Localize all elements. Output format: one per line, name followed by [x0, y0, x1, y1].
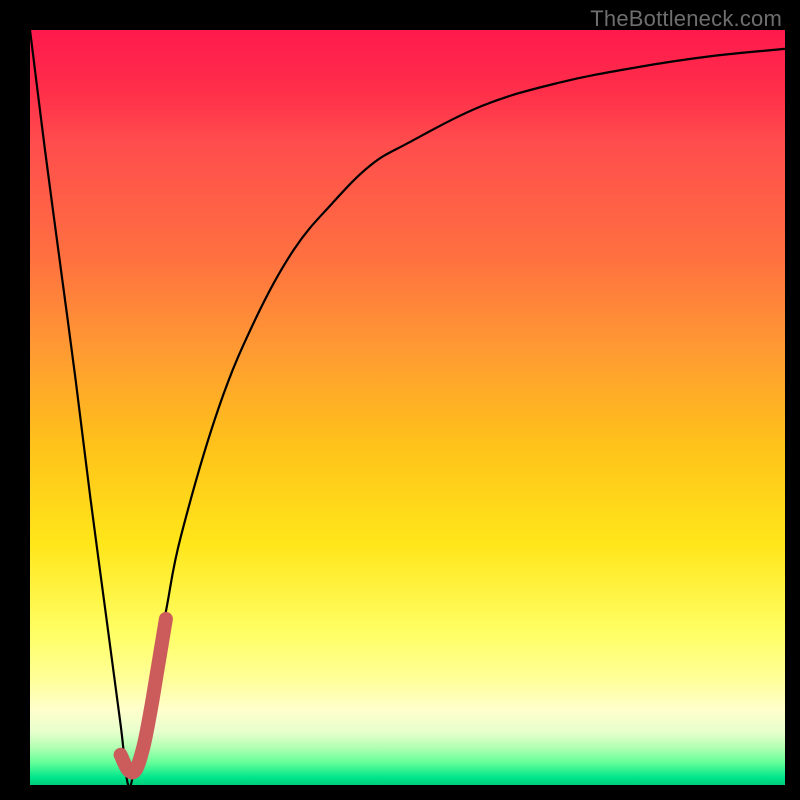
plot-area	[30, 30, 785, 785]
bottleneck-curve	[30, 30, 785, 785]
optimal-marker	[121, 619, 166, 773]
chart-container: TheBottleneck.com	[0, 0, 800, 800]
watermark-text: TheBottleneck.com	[590, 6, 782, 32]
chart-svg	[30, 30, 785, 785]
